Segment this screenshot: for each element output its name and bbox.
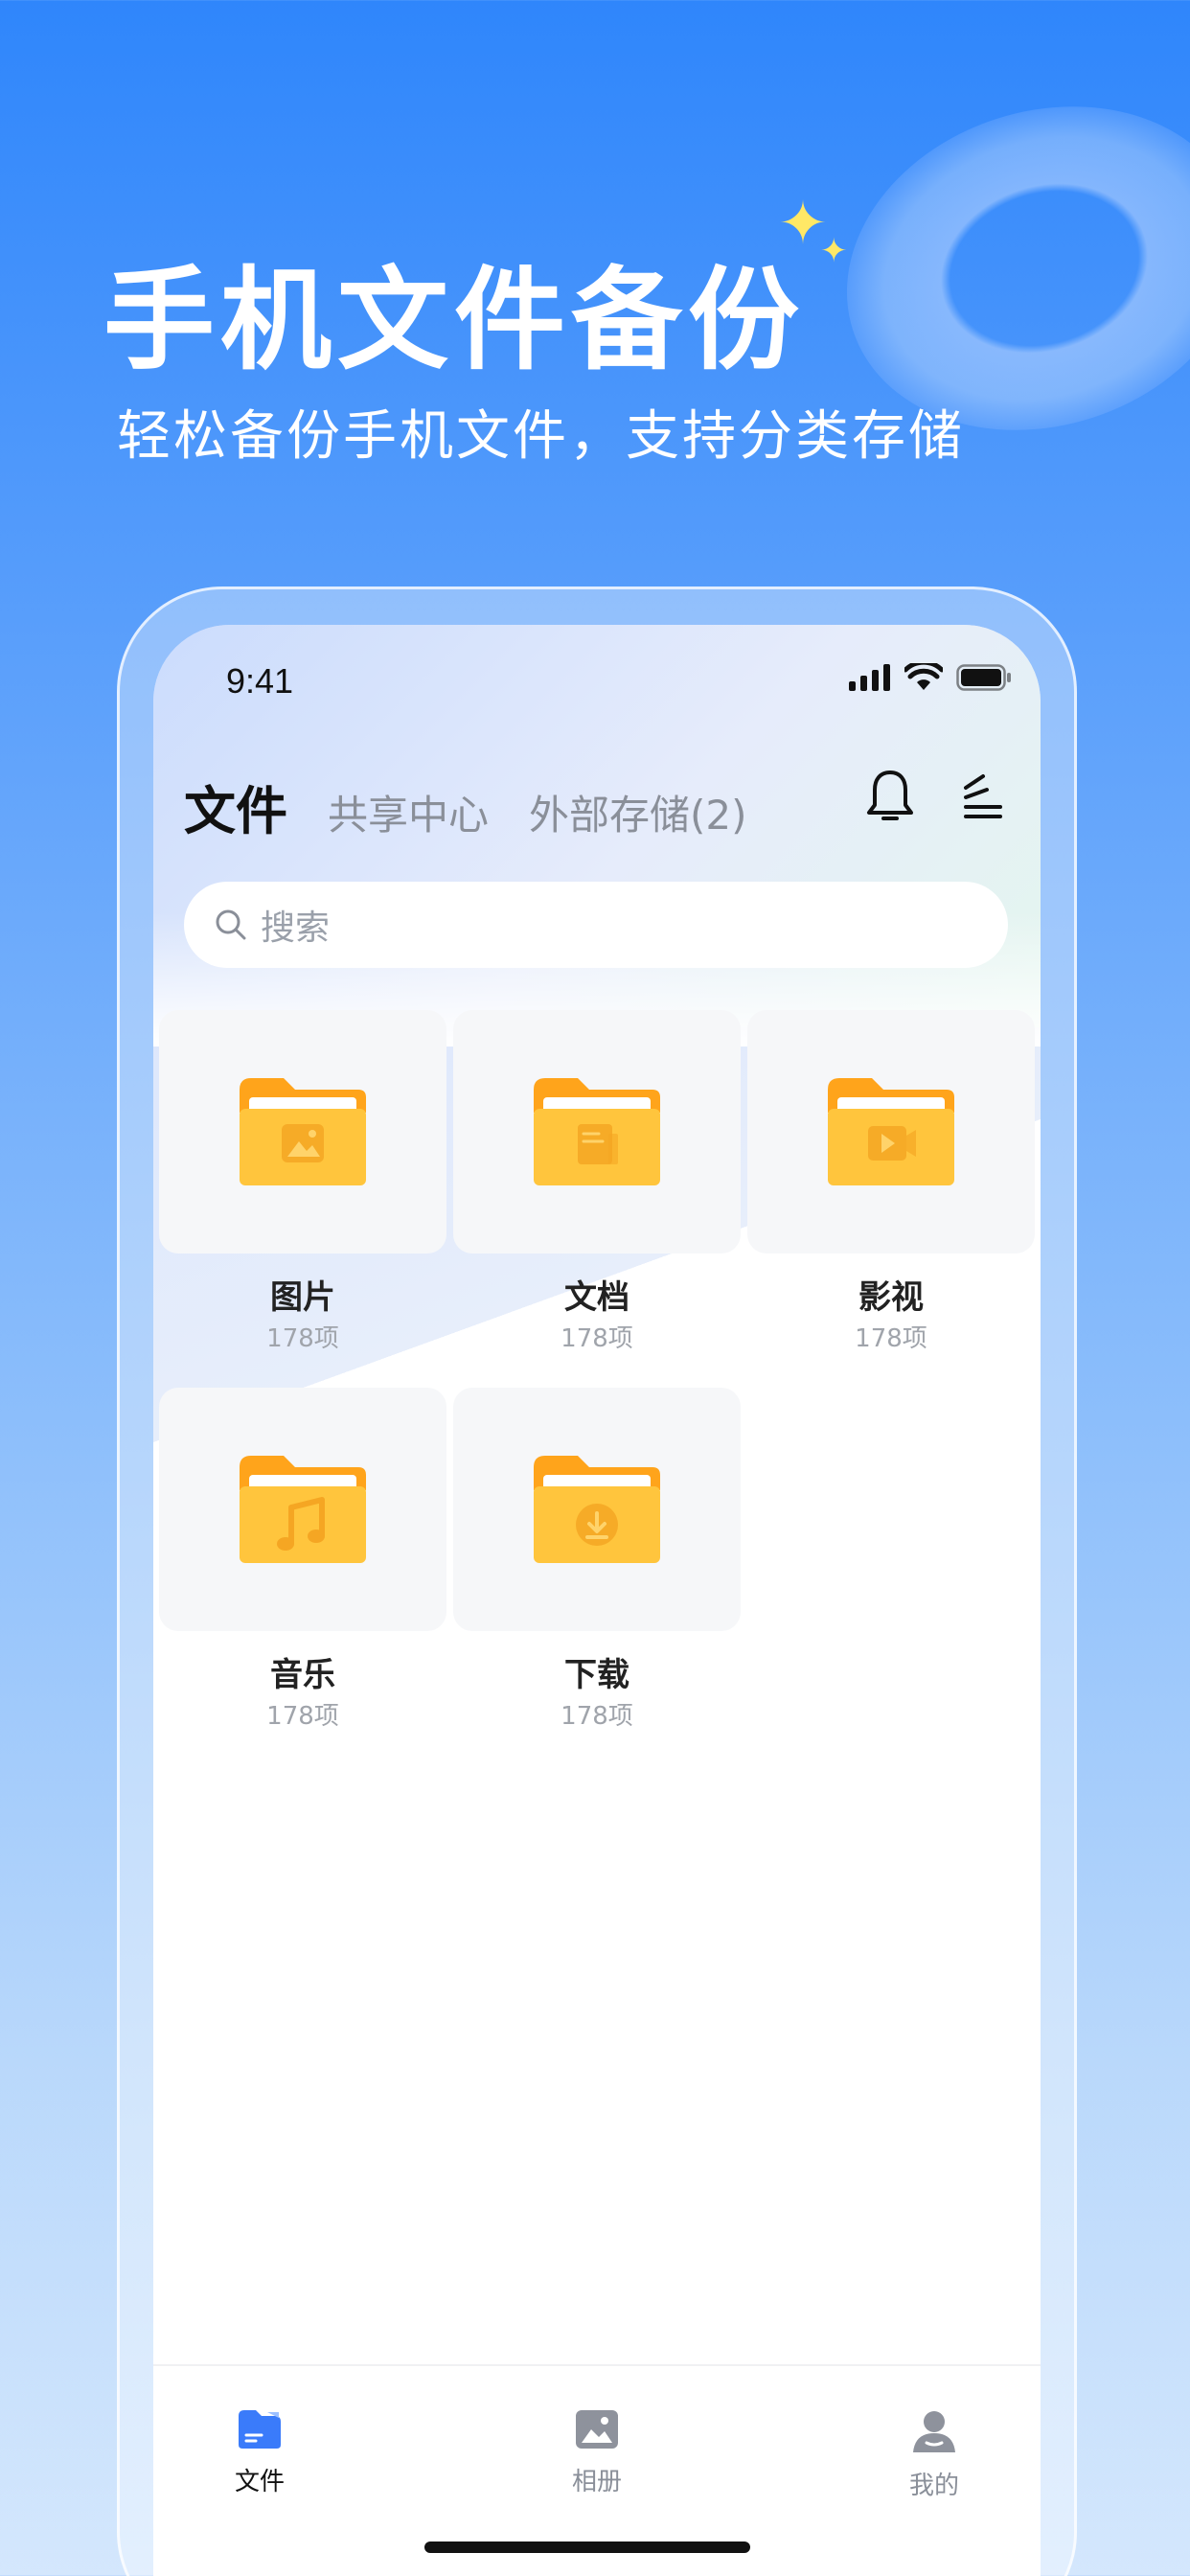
promo-title: 手机文件备份: [103, 256, 805, 385]
folder-name: 图片: [270, 1278, 335, 1317]
folder-count: 178项: [855, 1324, 927, 1353]
search-icon: [216, 909, 246, 940]
nav-label: 我的: [908, 2472, 959, 2500]
folder-download-icon: [534, 1456, 660, 1563]
status-time: 9:41: [226, 661, 294, 701]
folder-name: 影视: [858, 1278, 924, 1317]
folder-tile-videos[interactable]: [747, 1010, 1035, 1254]
home-indicator: [424, 2542, 750, 2553]
folder-count: 178项: [266, 1702, 339, 1731]
folder-count: 178项: [266, 1324, 339, 1353]
phone-screen: 9:41 文件 共享中心 外部存储(2) 搜索 图片 178项 文档 178项 …: [153, 625, 1041, 2576]
status-icons: [849, 663, 1012, 692]
nav-album[interactable]: 相册: [539, 2408, 654, 2497]
folder-count: 178项: [561, 1324, 633, 1353]
tab-files[interactable]: 文件: [184, 769, 287, 844]
folder-icon: [239, 2410, 281, 2449]
folder-image-icon: [240, 1078, 366, 1185]
folder-tile-downloads[interactable]: [453, 1388, 741, 1631]
bell-icon[interactable]: [866, 769, 914, 824]
folder-document-icon: [534, 1078, 660, 1185]
search-placeholder: 搜索: [261, 908, 331, 948]
album-icon: [576, 2410, 618, 2449]
folder-tile-music[interactable]: [159, 1388, 446, 1631]
folder-name: 文档: [564, 1278, 629, 1317]
folder-tile-images[interactable]: [159, 1010, 446, 1254]
nav-label: 相册: [571, 2468, 622, 2496]
tab-external-storage[interactable]: 外部存储(2): [529, 783, 747, 841]
folder-video-icon: [828, 1078, 954, 1185]
tab-bar: 文件 共享中心 外部存储(2): [184, 769, 747, 844]
signal-icon: [849, 664, 890, 691]
user-icon: [913, 2411, 955, 2452]
folder-name: 下载: [564, 1656, 629, 1694]
nav-files[interactable]: 文件: [202, 2408, 317, 2497]
sort-icon[interactable]: [958, 769, 1006, 824]
sparkle-small-icon: ✦: [820, 232, 848, 270]
promo-subtitle: 轻松备份手机文件，支持分类存储: [117, 405, 965, 468]
wifi-icon: [904, 663, 943, 690]
battery-icon: [956, 664, 1011, 691]
nav-label: 文件: [234, 2468, 285, 2496]
folder-music-icon: [240, 1456, 366, 1563]
search-bar[interactable]: 搜索: [184, 882, 1008, 968]
folder-count: 178项: [561, 1702, 633, 1731]
folder-tile-documents[interactable]: [453, 1010, 741, 1254]
nav-profile[interactable]: 我的: [877, 2408, 992, 2501]
folder-name: 音乐: [270, 1656, 335, 1694]
tab-shared-center[interactable]: 共享中心: [328, 783, 489, 841]
